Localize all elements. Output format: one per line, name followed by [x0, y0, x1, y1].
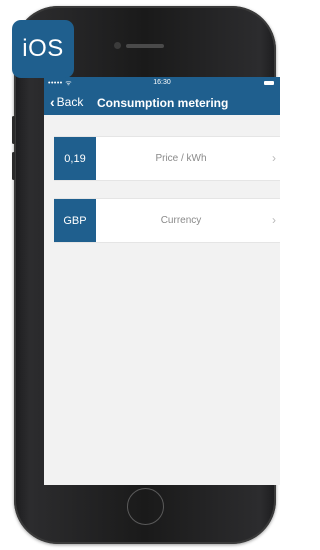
status-bar: ••••• ᯤ 16:30: [44, 77, 280, 90]
os-badge: iOS: [12, 20, 74, 78]
volume-button: [12, 152, 15, 180]
nav-bar: ‹ Back Consumption metering: [44, 90, 280, 115]
price-label: Price / kWh: [155, 153, 207, 164]
status-time: 16:30: [153, 79, 171, 86]
settings-row-currency[interactable]: GBP Currency ›: [54, 198, 280, 243]
price-value: 0,19: [54, 137, 96, 180]
front-camera: [114, 42, 121, 49]
back-label: Back: [56, 95, 84, 109]
earpiece-speaker: [126, 44, 164, 48]
battery-icon: [264, 81, 274, 85]
settings-list: 0,19 Price / kWh › GBP Currency ›: [44, 115, 280, 243]
volume-button: [12, 116, 15, 144]
chevron-left-icon: ‹: [50, 94, 55, 110]
page-title: Consumption metering: [97, 96, 229, 110]
chevron-right-icon: ›: [272, 151, 276, 165]
settings-row-price[interactable]: 0,19 Price / kWh ›: [54, 136, 280, 181]
phone-screen: ••••• ᯤ 16:30 ‹ Back Consumption meterin…: [44, 77, 280, 485]
back-button[interactable]: ‹ Back: [50, 95, 83, 109]
currency-value: GBP: [54, 199, 96, 242]
home-button[interactable]: [127, 488, 164, 525]
currency-label: Currency: [160, 215, 202, 226]
chevron-right-icon: ›: [272, 213, 276, 227]
